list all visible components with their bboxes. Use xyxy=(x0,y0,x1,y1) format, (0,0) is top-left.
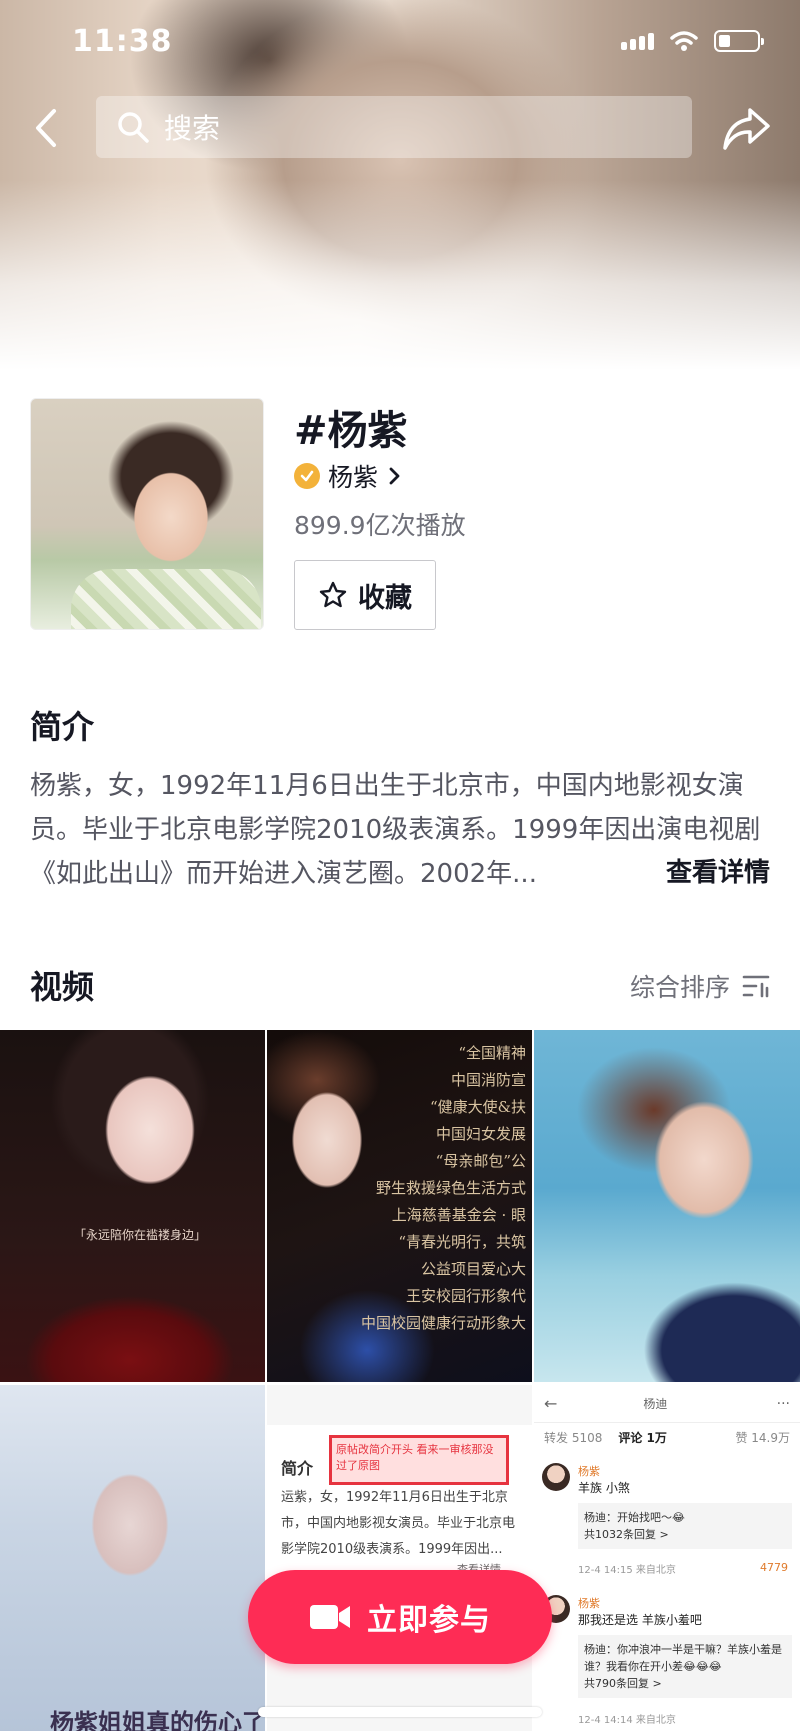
doc-title: 简介 xyxy=(281,1459,314,1478)
comment-name: 杨紫 xyxy=(578,1597,600,1610)
search-input[interactable]: 搜索 xyxy=(96,96,692,158)
doc-text: 运紫，女，1992年11月6日出生于北京市，中国内地影视女演员。毕业于北京电影学… xyxy=(281,1490,516,1557)
share-icon xyxy=(723,108,770,150)
status-time: 11:38 xyxy=(72,24,173,59)
reply-count: 共790条回复 > xyxy=(584,1677,662,1690)
comment-reply: 杨迪：开始找吧～😂 共1032条回复 > xyxy=(578,1503,792,1549)
videos-heading: 视频 xyxy=(30,968,95,1006)
comment-body: 那我还是选 羊族小羞吧 xyxy=(578,1613,702,1627)
intro-heading: 简介 xyxy=(30,708,95,746)
join-now-button[interactable]: 立即参与 xyxy=(248,1570,552,1664)
comment-tabs: 转发 5108 评论 1万 赞 14.9万 xyxy=(534,1429,800,1446)
video-caption: 杨紫姐姐真的伤心了 xyxy=(50,1709,265,1731)
overlay-line: 王安校园行形象代 xyxy=(405,1287,526,1305)
reply-text: 杨迪：开始找吧～😂 xyxy=(584,1511,685,1524)
video-camera-icon xyxy=(310,1605,350,1629)
overlay-line: “全国精神 xyxy=(458,1044,526,1062)
sort-button[interactable]: 综合排序 xyxy=(630,968,770,1004)
favorite-label: 收藏 xyxy=(358,582,412,614)
more-icon: ··· xyxy=(776,1395,790,1412)
cellular-signal-icon xyxy=(621,32,654,50)
battery-level xyxy=(719,35,730,47)
comment-meta: 12-4 14:15 来自北京 xyxy=(578,1565,676,1576)
join-now-label: 立即参与 xyxy=(367,1603,491,1638)
video-text-overlay: “全国精神 中国消防宣 “健康大使&扶 中国妇女发展 “母亲邮包”公 野生救援绿… xyxy=(361,1040,526,1337)
reply-count: 共1032条回复 > xyxy=(584,1528,669,1541)
owner-name: 杨紫 xyxy=(328,463,379,492)
video-tile[interactable]: “全国精神 中国消防宣 “健康大使&扶 中国妇女发展 “母亲邮包”公 野生救援绿… xyxy=(267,1030,532,1382)
video-tile[interactable]: 原帖改简介开头 看来一审核那没过了原图 简介 运紫，女，1992年11月6日出生… xyxy=(267,1385,532,1731)
comment-header-name: 杨迪 xyxy=(643,1397,668,1411)
search-icon xyxy=(118,112,149,143)
overlay-line: 公益项目爱心大 xyxy=(420,1260,526,1278)
overlay-line: “健康大使&扶 xyxy=(429,1098,526,1116)
sort-icon xyxy=(742,975,770,998)
avatar xyxy=(542,1463,570,1491)
comment-reply: 杨迪：你冲浪冲一半是干嘛？羊族小羞是谁？我看你在开小差😂😂😂 共790条回复 > xyxy=(578,1635,792,1698)
reply-text: 杨迪：你冲浪冲一半是干嘛？羊族小羞是谁？我看你在开小差😂😂😂 xyxy=(584,1643,782,1673)
comments-tab: 评论 1万 xyxy=(618,1431,667,1445)
chevron-left-icon xyxy=(36,109,56,147)
verified-badge-icon xyxy=(294,463,320,489)
battery-icon xyxy=(714,30,764,52)
video-tile[interactable]: 杨紫姐姐真的伤心了 xyxy=(0,1385,265,1731)
overlay-line: 中国妇女发展 xyxy=(435,1125,526,1143)
comment-header: ← 杨迪 ··· xyxy=(534,1385,800,1423)
comment-body: 羊族 小煞 xyxy=(578,1481,630,1495)
home-indicator xyxy=(258,1707,542,1717)
topic-title: #杨紫 xyxy=(294,408,408,454)
reposts-tab: 转发 5108 xyxy=(544,1431,603,1445)
overlay-line: 上海慈善基金会 · 眼 xyxy=(391,1206,526,1224)
play-count: 899.9亿次播放 xyxy=(294,511,466,540)
topic-cover-image xyxy=(30,398,264,630)
comment-like: 4779 xyxy=(760,1561,788,1574)
comment-meta: 12-4 14:14 来自北京 xyxy=(578,1715,676,1726)
chevron-right-icon xyxy=(389,467,400,485)
search-placeholder: 搜索 xyxy=(164,112,221,145)
video-tile[interactable] xyxy=(534,1030,800,1382)
overlay-line: 中国校园健康行动形象大 xyxy=(360,1314,526,1332)
back-button[interactable] xyxy=(26,98,66,158)
favorite-button[interactable]: 收藏 xyxy=(294,560,436,630)
star-icon xyxy=(319,581,347,608)
overlay-line: 中国消防宣 xyxy=(450,1071,526,1089)
status-bar: 11:38 xyxy=(0,0,800,80)
view-details-link[interactable]: 查看详情 xyxy=(658,851,771,895)
likes-tab: 赞 14.9万 xyxy=(735,1431,790,1445)
back-arrow-icon: ← xyxy=(544,1394,558,1413)
doc-note: 原帖改简介开头 看来一审核那没过了原图 xyxy=(336,1443,494,1472)
status-icons xyxy=(621,30,764,52)
share-button[interactable] xyxy=(720,104,772,154)
overlay-line: “青春光明行，共筑 xyxy=(398,1233,526,1251)
overlay-line: 野生救援绿色生活方式 xyxy=(375,1179,526,1197)
wifi-icon xyxy=(670,31,698,51)
doc-highlight: 原帖改简介开头 看来一审核那没过了原图 xyxy=(329,1435,509,1485)
video-tile[interactable]: 「永远陪你在褴褛身边」 xyxy=(0,1030,265,1382)
banner-fade xyxy=(0,180,800,370)
video-tile[interactable]: ← 杨迪 ··· 转发 5108 评论 1万 赞 14.9万 杨紫 羊族 小煞 … xyxy=(534,1385,800,1731)
overlay-line: “母亲邮包”公 xyxy=(435,1152,526,1170)
sort-label: 综合排序 xyxy=(629,973,730,1002)
comment-name: 杨紫 xyxy=(578,1465,600,1478)
topic-owner[interactable]: 杨紫 xyxy=(294,458,402,494)
video-caption: 「永远陪你在褴褛身边」 xyxy=(74,1228,207,1242)
